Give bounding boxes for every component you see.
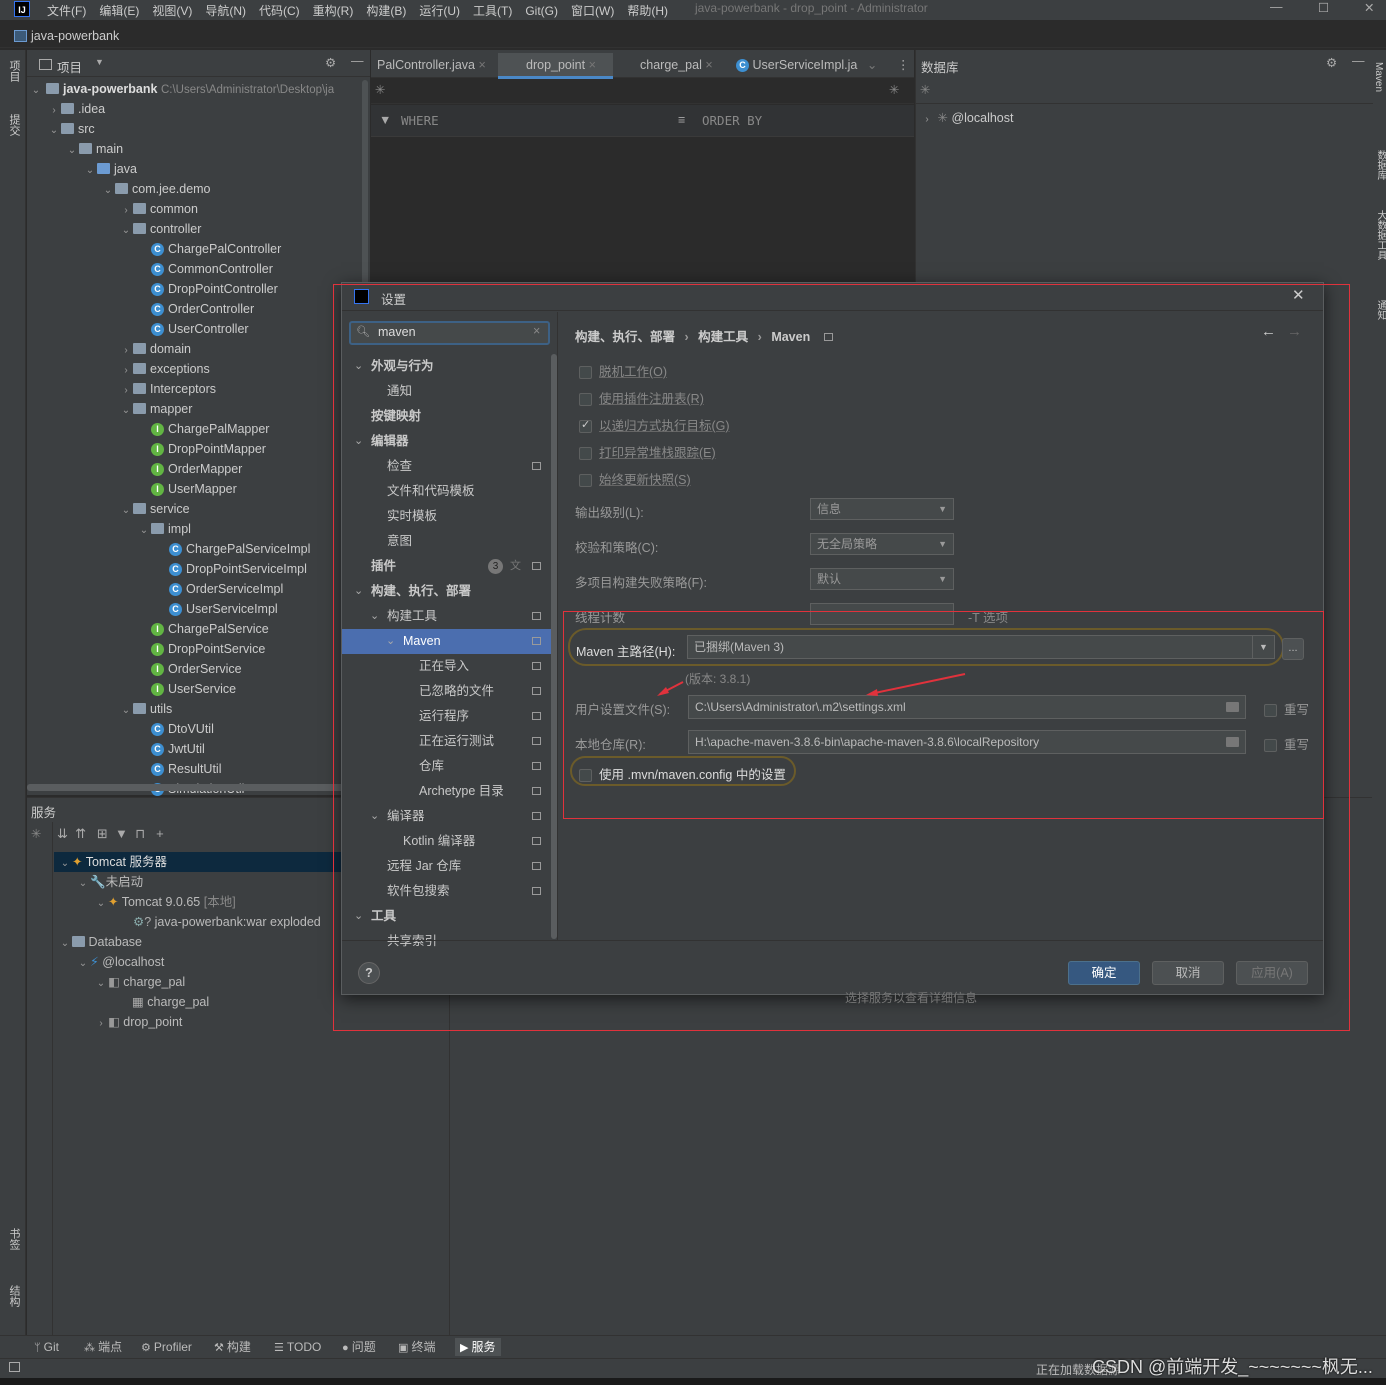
annotation-arrowhead bbox=[657, 687, 669, 696]
annotation-arrows bbox=[657, 673, 966, 696]
annotation-arrowhead bbox=[866, 689, 878, 696]
annotation-arrow bbox=[869, 673, 966, 695]
